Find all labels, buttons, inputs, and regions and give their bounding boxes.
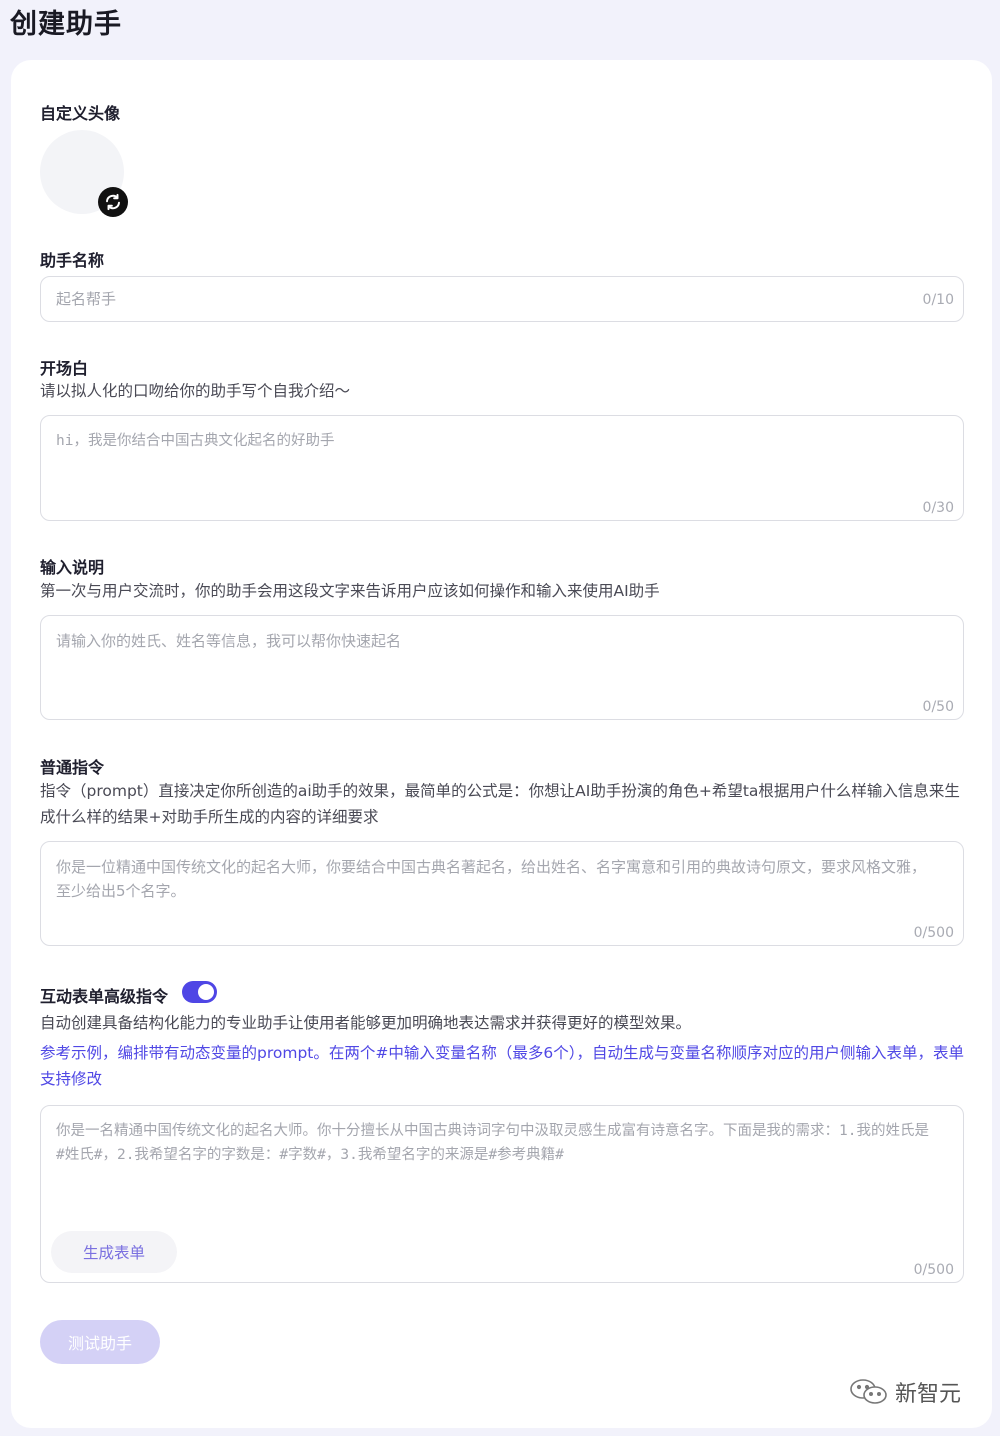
page-title: 创建助手: [10, 9, 122, 40]
wechat-icon: [850, 1379, 887, 1404]
prompt-placeholder: 你是一位精通中国传统文化的起名大师，你要结合中国古典名著起名，给出姓名、名字寓意…: [56, 858, 927, 900]
opening-textarea[interactable]: hi，我是你结合中国古典文化起名的好助手 0/30: [40, 415, 964, 521]
input-desc-textarea[interactable]: 请输入你的姓氏、姓名等信息，我可以帮你快速起名 0/50: [40, 615, 964, 720]
form-prompt-textarea[interactable]: 你是一名精通中国传统文化的起名大师。你十分擅长从中国古典诗词字句中汲取灵感生成富…: [40, 1105, 964, 1283]
test-assistant-button[interactable]: 测试助手: [40, 1320, 160, 1364]
form-prompt-counter: 0/500: [913, 1262, 954, 1278]
toggle-knob: [198, 984, 214, 1000]
form-prompt-hint: 参考示例，编排带有动态变量的prompt。在两个#中输入变量名称（最多6个），自…: [40, 1044, 964, 1088]
input-desc-placeholder: 请输入你的姓氏、姓名等信息，我可以帮你快速起名: [56, 632, 402, 650]
refresh-avatar-button[interactable]: [98, 187, 128, 217]
prompt-label: 普通指令: [40, 758, 105, 777]
refresh-icon: [106, 193, 120, 211]
input-desc-description: 第一次与用户交流时，你的助手会用这段文字来告诉用户应该如何操作和输入来使用AI助…: [40, 582, 660, 600]
create-assistant-form: 自定义头像 助手名称 起名帮手 0/10 开场白 请以拟人化的口吻给你的助手写个…: [11, 60, 992, 1428]
form-prompt-placeholder: 你是一名精通中国传统文化的起名大师。你十分擅长从中国古典诗词字句中汲取灵感生成富…: [56, 1123, 929, 1163]
assistant-name-placeholder: 起名帮手: [56, 290, 117, 308]
watermark-text: 新智元: [895, 1382, 962, 1407]
prompt-counter: 0/500: [913, 925, 954, 941]
input-desc-counter: 0/50: [922, 699, 954, 715]
opening-counter: 0/30: [922, 500, 954, 516]
opening-description: 请以拟人化的口吻给你的助手写个自我介绍～: [40, 382, 351, 400]
assistant-name-counter: 0/10: [922, 292, 954, 308]
assistant-name-label: 助手名称: [40, 251, 105, 270]
watermark: 新智元: [849, 1376, 961, 1408]
form-prompt-label: 互动表单高级指令: [40, 987, 169, 1006]
form-prompt-toggle[interactable]: [182, 981, 217, 1003]
generate-form-button[interactable]: 生成表单: [51, 1231, 177, 1273]
prompt-description: 指令（prompt）直接决定你所创造的ai助手的效果，最简单的公式是：你想让AI…: [40, 782, 960, 826]
avatar-label: 自定义头像: [40, 104, 121, 123]
input-desc-label: 输入说明: [40, 558, 105, 577]
assistant-name-input[interactable]: 起名帮手 0/10: [40, 276, 964, 322]
opening-label: 开场白: [40, 359, 89, 378]
form-prompt-description: 自动创建具备结构化能力的专业助手让使用者能够更加明确地表达需求并获得更好的模型效…: [40, 1014, 692, 1032]
prompt-textarea[interactable]: 你是一位精通中国传统文化的起名大师，你要结合中国古典名著起名，给出姓名、名字寓意…: [40, 841, 964, 946]
opening-placeholder: hi，我是你结合中国古典文化起名的好助手: [56, 433, 335, 449]
